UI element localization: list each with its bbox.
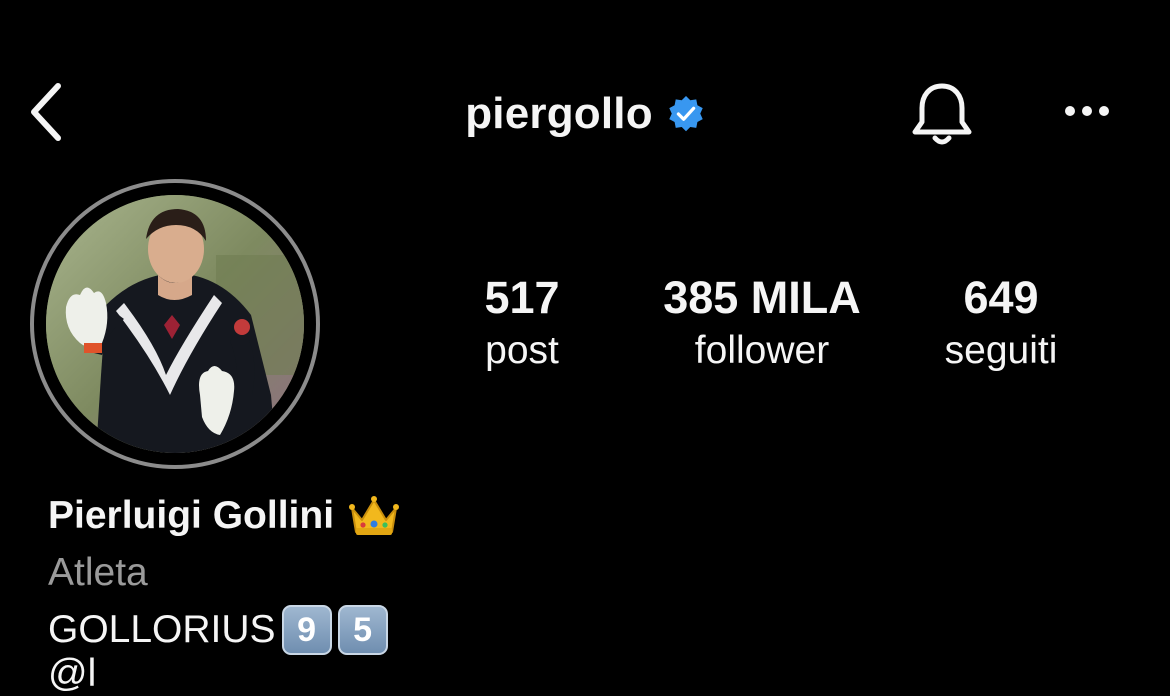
chevron-left-icon: [31, 83, 61, 141]
full-name-text: Pierluigi Gollini: [48, 494, 335, 537]
following-count: 649: [963, 272, 1039, 323]
crown-emoji-icon: [349, 496, 400, 535]
following-label: seguiti: [944, 329, 1058, 372]
header-title: piergollo: [0, 82, 1170, 146]
profile-avatar[interactable]: [30, 179, 320, 469]
posts-stat[interactable]: 517 post: [392, 270, 652, 376]
followers-label: follower: [694, 329, 830, 372]
keycap-digit: 9: [281, 605, 332, 655]
posts-label: post: [485, 329, 559, 372]
bio-line-1: GOLLORIUS 9 5: [48, 605, 388, 655]
profile-category: Atleta: [48, 551, 148, 594]
verified-badge-icon: [669, 95, 703, 132]
notifications-button[interactable]: [905, 78, 979, 152]
bell-icon: [912, 83, 972, 145]
keycap-digit: 5: [337, 605, 388, 655]
following-stat[interactable]: 649 seguiti: [871, 270, 1131, 376]
avatar-photo: [46, 195, 304, 453]
followers-count: 385 MILA: [663, 272, 861, 323]
more-options-button[interactable]: [1054, 88, 1120, 134]
profile-full-name: Pierluigi Gollini: [48, 494, 400, 538]
followers-stat[interactable]: 385 MILA follower: [632, 270, 892, 376]
bio-text: GOLLORIUS: [48, 608, 276, 651]
more-horizontal-icon: [1065, 106, 1109, 116]
bio-line-2[interactable]: @l: [48, 652, 96, 696]
back-button[interactable]: [18, 78, 74, 146]
posts-count: 517: [484, 272, 560, 323]
profile-username: piergollo: [465, 89, 653, 138]
